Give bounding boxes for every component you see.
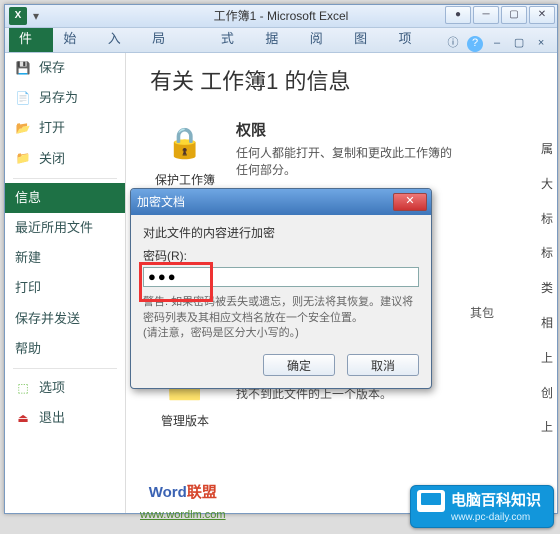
close-file-icon: 📁: [15, 151, 31, 167]
sidebar-label: 退出: [39, 409, 65, 427]
permissions-text: 任何人都能打开、复制和更改此工作簿的任何部分。: [236, 145, 456, 179]
sidebar-save[interactable]: 💾 保存: [5, 53, 125, 83]
sidebar-save-send[interactable]: 保存并发送: [5, 304, 125, 334]
ribbon-tabs: 文件 开始 插入 页面布局 公式 数据 审阅 视图 加载项 ⓘ ? – ▢ ×: [5, 28, 557, 53]
sidebar-label: 关闭: [39, 150, 65, 168]
obscured-text: 其包: [470, 305, 547, 322]
sidebar-options[interactable]: ⬚ 选项: [5, 373, 125, 403]
minimize-window-button[interactable]: ─: [473, 6, 499, 24]
sidebar-saveas[interactable]: 📄 另存为: [5, 83, 125, 113]
watermark-pcdaily: 电脑百科知识 www.pc-daily.com: [410, 485, 554, 528]
manage-versions-label: 管理版本: [150, 413, 220, 430]
dialog-close-button[interactable]: ✕: [393, 193, 427, 211]
permissions-title: 权限: [236, 120, 456, 141]
maximize-button[interactable]: ▢: [501, 6, 527, 24]
sidebar-label: 另存为: [39, 89, 78, 107]
sidebar-open[interactable]: 📂 打开: [5, 113, 125, 143]
dialog-prompt: 对此文件的内容进行加密: [143, 225, 419, 242]
monitor-icon: [417, 490, 445, 512]
ribbon-minimize-icon[interactable]: ⓘ: [445, 36, 461, 52]
help-icon[interactable]: ?: [467, 36, 483, 52]
encrypt-dialog: 加密文档 ✕ 对此文件的内容进行加密 密码(R): 警告: 如果密码被丢失或遗忘…: [130, 188, 432, 389]
ribbon-close-icon[interactable]: ×: [533, 36, 549, 52]
cancel-button[interactable]: 取消: [347, 354, 419, 376]
open-icon: 📂: [15, 120, 31, 136]
protect-workbook-button[interactable]: 🔒 保护工作簿: [150, 120, 220, 189]
dialog-warning: 警告: 如果密码被丢失或遗忘，则无法将其恢复。建议将密码列表及其相应文档名放在一…: [143, 295, 419, 343]
exit-icon: ⏏: [15, 410, 31, 426]
password-input[interactable]: [143, 267, 419, 287]
saveas-icon: 📄: [15, 90, 31, 106]
sidebar-info[interactable]: 信息: [5, 183, 125, 213]
ok-button[interactable]: 确定: [263, 354, 335, 376]
sidebar-label: 信息: [15, 189, 41, 207]
info-heading: 有关 工作簿1 的信息: [150, 67, 547, 98]
sidebar-label: 选项: [39, 379, 65, 397]
backstage-sidebar: 💾 保存 📄 另存为 📂 打开 📁 关闭 信息 最近所用文件 新建 打印 保存并发送 帮…: [5, 53, 126, 513]
protect-workbook-label: 保护工作簿: [150, 172, 220, 189]
permissions-section: 🔒 保护工作簿 权限 任何人都能打开、复制和更改此工作簿的任何部分。: [150, 120, 547, 189]
options-icon: ⬚: [15, 380, 31, 396]
titlebar: X ▾ 工作簿1 - Microsoft Excel ● ─ ▢ ✕: [5, 5, 557, 28]
close-button[interactable]: ✕: [529, 6, 555, 24]
sidebar-close[interactable]: 📁 关闭: [5, 144, 125, 174]
sidebar-label: 打开: [39, 119, 65, 137]
save-icon: 💾: [15, 60, 31, 76]
excel-logo-icon: X: [9, 7, 27, 25]
sidebar-print[interactable]: 打印: [5, 273, 125, 303]
sidebar-label: 保存并发送: [15, 310, 80, 328]
sidebar-label: 打印: [15, 279, 41, 297]
ribbon-restore-icon[interactable]: ▢: [511, 36, 527, 52]
properties-strip: 属 大 标 标 类 相 上 创 上: [541, 123, 557, 454]
sidebar-label: 帮助: [15, 340, 41, 358]
sidebar-label: 保存: [39, 59, 65, 77]
sidebar-exit[interactable]: ⏏ 退出: [5, 403, 125, 433]
dialog-title: 加密文档: [137, 194, 185, 211]
password-label: 密码(R):: [143, 248, 419, 265]
lock-icon: 🔒: [157, 120, 213, 168]
ribbon-min-window-icon[interactable]: –: [489, 36, 505, 52]
dialog-titlebar[interactable]: 加密文档 ✕: [131, 189, 431, 215]
sidebar-recent[interactable]: 最近所用文件: [5, 213, 125, 243]
sidebar-help[interactable]: 帮助: [5, 334, 125, 364]
sidebar-new[interactable]: 新建: [5, 243, 125, 273]
qat-dropdown-icon[interactable]: ▾: [33, 8, 39, 25]
minimize-button[interactable]: ●: [445, 6, 471, 24]
sidebar-label: 新建: [15, 249, 41, 267]
watermark-wordlm: Word联盟 www.wordlm.com: [140, 482, 226, 524]
sidebar-label: 最近所用文件: [15, 219, 93, 237]
